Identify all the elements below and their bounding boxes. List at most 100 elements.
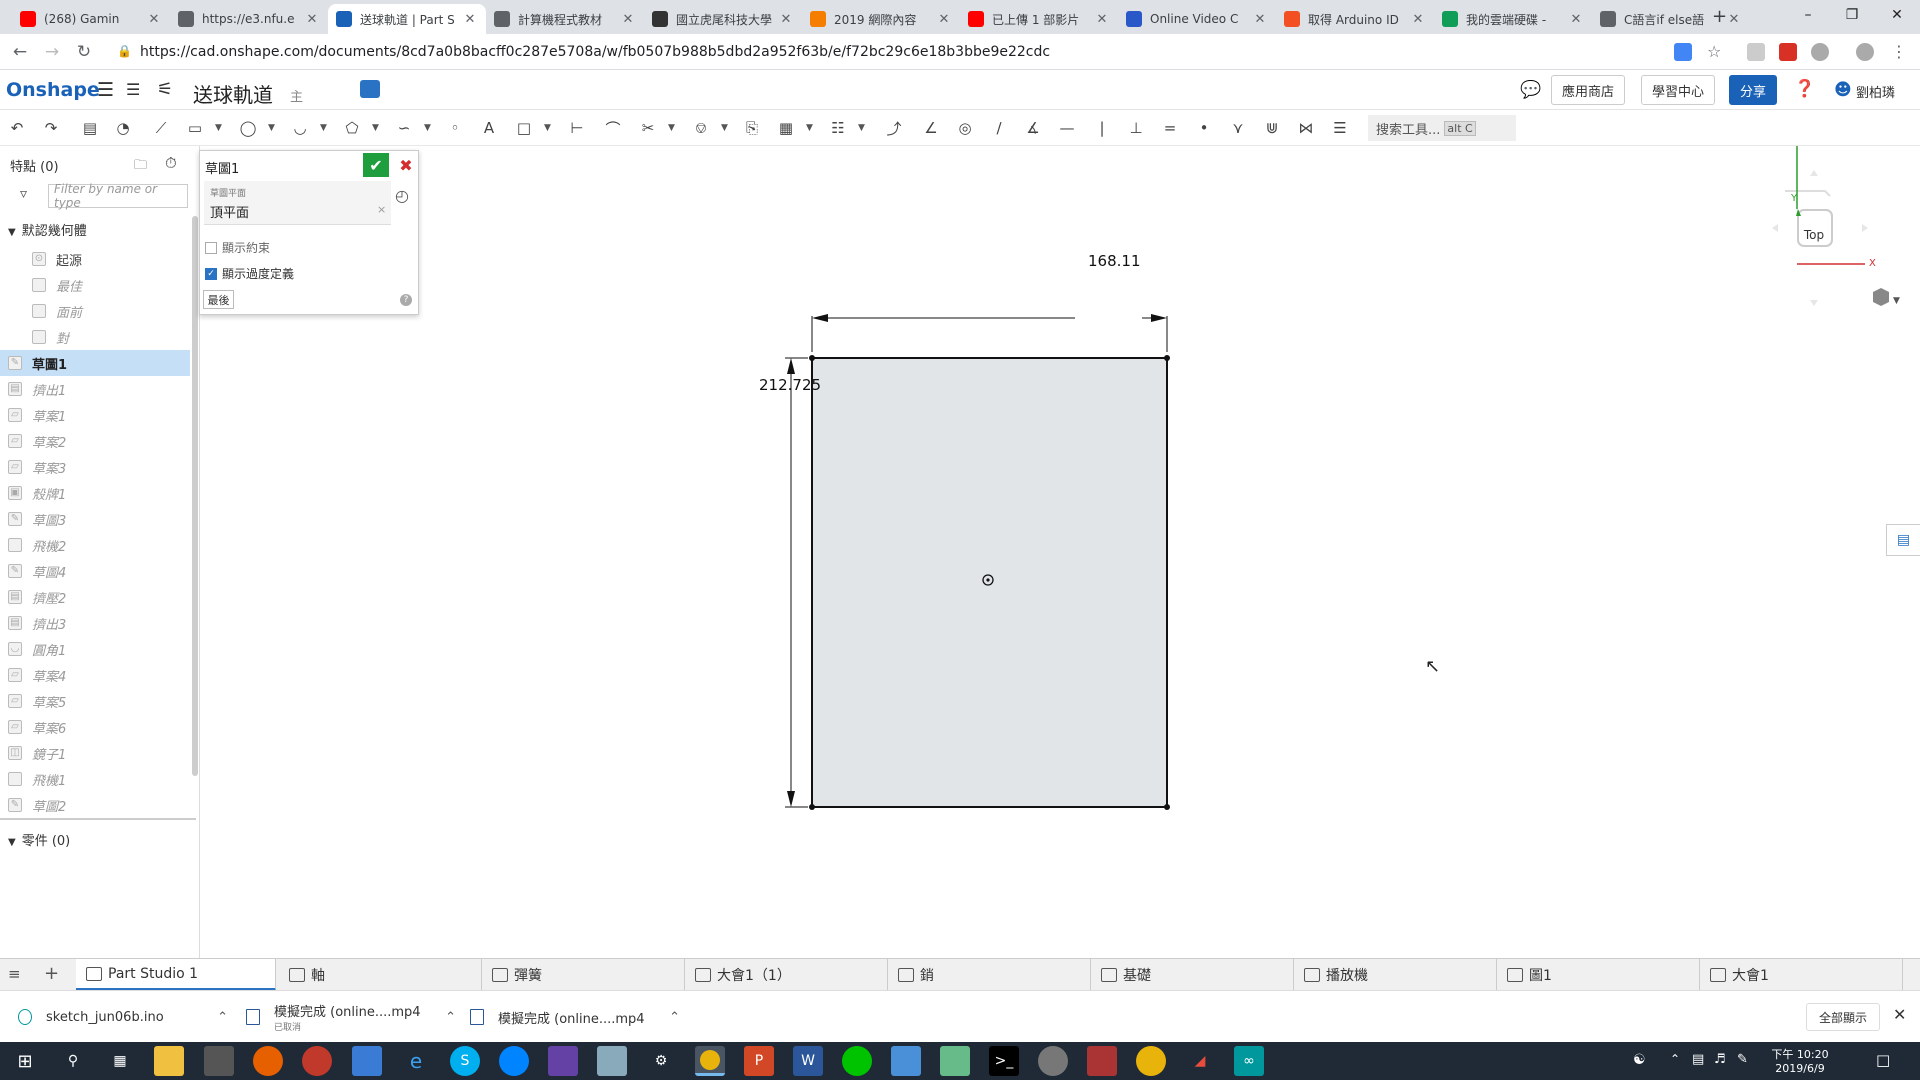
feature-scrollbar[interactable] bbox=[192, 216, 198, 776]
dimension-height[interactable]: 212.725 bbox=[759, 376, 821, 394]
graphics-canvas[interactable]: 168.11 212.725 Top Y X ▼ ▤ ↖ bbox=[200, 146, 1920, 958]
feature-item[interactable]: 面前 bbox=[0, 298, 190, 324]
tab-close-icon[interactable]: ✕ bbox=[1094, 12, 1110, 27]
spline-icon[interactable]: ∽ bbox=[393, 117, 415, 139]
chevron-down-icon[interactable]: ▼ bbox=[858, 123, 865, 133]
search-tools-input[interactable]: 搜索工具... alt C bbox=[1368, 115, 1516, 141]
clock[interactable]: 下午 10:20 2019/6/9 bbox=[1770, 1046, 1830, 1075]
workspace-icon[interactable] bbox=[360, 80, 380, 98]
vertical-icon[interactable]: | bbox=[1091, 117, 1113, 139]
sketch-vertex[interactable] bbox=[1164, 804, 1170, 810]
browser-tab[interactable]: https://e3.nfu.e ✕ bbox=[170, 4, 328, 34]
extension-abp-icon[interactable] bbox=[1811, 43, 1829, 61]
browser-tab[interactable]: 送球軌道 | Part S ✕ bbox=[328, 4, 486, 34]
offset-icon[interactable]: ⎊ bbox=[690, 117, 712, 139]
tab-close-icon[interactable]: ✕ bbox=[304, 12, 320, 27]
default-geometry-group[interactable]: ▼ 默認幾何體 bbox=[8, 220, 87, 239]
feature-item[interactable]: ▱ 草案6 bbox=[0, 714, 190, 740]
tab-close-icon[interactable]: ✕ bbox=[462, 12, 478, 27]
browser-tab[interactable]: 取得 Arduino ID ✕ bbox=[1276, 4, 1434, 34]
window-close-button[interactable]: ✕ bbox=[1874, 0, 1920, 30]
lock-icon[interactable]: 🔒 bbox=[117, 44, 132, 58]
pattern-icon[interactable]: ▦ bbox=[775, 117, 797, 139]
url-bar[interactable]: https://cad.onshape.com/documents/8cd7a0… bbox=[140, 39, 1920, 65]
chevron-down-icon[interactable]: ▼ bbox=[544, 123, 551, 133]
minimize-button[interactable]: – bbox=[1785, 0, 1831, 30]
profile-avatar-icon[interactable] bbox=[1856, 43, 1874, 61]
fillet-icon[interactable]: ⌒ bbox=[602, 117, 624, 139]
onshape-logo[interactable]: Onshape bbox=[6, 79, 100, 101]
learning-center-button[interactable]: 學習中心 bbox=[1641, 75, 1716, 105]
app-store-button[interactable]: 應用商店 bbox=[1551, 75, 1626, 105]
chevron-down-icon[interactable]: ▼ bbox=[1893, 296, 1900, 306]
download-item[interactable]: 模擬完成 (online....mp4 ⌃ bbox=[470, 997, 680, 1037]
appearance-panel-icon[interactable]: ▤ bbox=[1886, 524, 1920, 556]
feature-item[interactable]: ◡ 圓角1 bbox=[0, 636, 190, 662]
menu-icon[interactable]: ☰ bbox=[97, 79, 114, 101]
show-overdefined-checkbox[interactable]: ✓ bbox=[205, 267, 217, 280]
document-tab[interactable]: 大會1 bbox=[1700, 959, 1903, 991]
people-icon[interactable]: ☯ bbox=[1633, 1052, 1646, 1068]
cancel-x-icon[interactable]: ✖ bbox=[395, 153, 417, 177]
volume-icon[interactable]: ♬ bbox=[1714, 1052, 1726, 1067]
word-icon[interactable]: W bbox=[793, 1046, 823, 1076]
clear-x-icon[interactable]: × bbox=[377, 203, 386, 216]
import-icon[interactable]: ☷ bbox=[827, 117, 849, 139]
app-icon[interactable] bbox=[1087, 1046, 1117, 1076]
view-orientation-icon[interactable] bbox=[1873, 288, 1889, 306]
reload-icon[interactable]: ↻ bbox=[72, 40, 96, 64]
browser-menu-icon[interactable]: ⋮ bbox=[1891, 42, 1907, 61]
rollback-timer-icon[interactable]: ⏱ bbox=[165, 154, 177, 172]
text-icon[interactable]: A bbox=[478, 117, 500, 139]
windows-start-icon[interactable]: ⊞ bbox=[10, 1046, 40, 1076]
feature-item[interactable]: ▱ 草案2 bbox=[0, 428, 190, 454]
feature-item[interactable]: ✎ 草圖1 bbox=[0, 350, 190, 376]
tab-close-icon[interactable]: ✕ bbox=[1568, 12, 1584, 27]
horizontal-icon[interactable]: — bbox=[1056, 117, 1078, 139]
sketch-rectangle[interactable] bbox=[811, 357, 1168, 808]
document-title[interactable]: 送球軌道 bbox=[193, 79, 273, 108]
feature-item[interactable]: ▤ 擠出1 bbox=[0, 376, 190, 402]
circle-icon[interactable]: ◯ bbox=[237, 117, 259, 139]
app-icon[interactable] bbox=[1038, 1046, 1068, 1076]
normal-icon[interactable]: ⋎ bbox=[1227, 117, 1249, 139]
back-icon[interactable]: ← bbox=[8, 40, 32, 64]
terminal-icon[interactable]: >_ bbox=[989, 1046, 1019, 1076]
tab-close-icon[interactable]: ✕ bbox=[1252, 12, 1268, 27]
point-icon[interactable]: ◦ bbox=[444, 117, 466, 139]
search-icon[interactable]: ⚲ bbox=[58, 1046, 88, 1076]
help-icon[interactable]: ❓ bbox=[1794, 79, 1815, 99]
twitch-icon[interactable] bbox=[548, 1046, 578, 1076]
midpoint-icon[interactable]: • bbox=[1193, 117, 1215, 139]
chrome-icon[interactable] bbox=[1136, 1046, 1166, 1076]
tab-close-icon[interactable]: ✕ bbox=[936, 12, 952, 27]
clipboard-icon[interactable]: ▤ bbox=[79, 117, 101, 139]
concentric-icon[interactable]: ◎ bbox=[954, 117, 976, 139]
coincident-icon[interactable]: ∠ bbox=[920, 117, 942, 139]
chevron-up-icon[interactable]: ⌃ bbox=[669, 1010, 680, 1025]
comments-icon[interactable]: 💬 bbox=[1520, 80, 1541, 100]
help-icon[interactable]: ? bbox=[400, 294, 412, 306]
chevron-down-icon[interactable]: ▼ bbox=[424, 123, 431, 133]
redo-icon[interactable]: ↷ bbox=[40, 117, 62, 139]
browser-tab[interactable]: 已上傳 1 部影片 ✕ bbox=[960, 4, 1118, 34]
file-explorer-icon[interactable] bbox=[154, 1046, 184, 1076]
history-clock-icon[interactable]: ◴ bbox=[395, 186, 409, 205]
task-view-icon[interactable]: ▦ bbox=[105, 1046, 135, 1076]
app-icon[interactable] bbox=[302, 1046, 332, 1076]
download-item[interactable]: 模擬完成 (online....mp4 已取消 ⌃ bbox=[246, 997, 456, 1037]
network-icon[interactable]: ▤ bbox=[1692, 1052, 1704, 1067]
feature-item[interactable]: 對 bbox=[0, 324, 190, 350]
view-cube[interactable] bbox=[1772, 146, 1868, 306]
sketch-vertex[interactable] bbox=[809, 804, 815, 810]
notifications-icon[interactable]: □ bbox=[1876, 1051, 1890, 1069]
feature-item[interactable]: 飛機2 bbox=[0, 532, 190, 558]
extension-video-icon[interactable] bbox=[1779, 43, 1797, 61]
document-tab[interactable]: 圖1 bbox=[1497, 959, 1700, 991]
trim-icon[interactable]: ✂ bbox=[637, 117, 659, 139]
arduino-icon[interactable]: ∞ bbox=[1234, 1046, 1264, 1076]
document-tab[interactable]: 彈簧 bbox=[482, 959, 685, 991]
forward-icon[interactable]: → bbox=[40, 40, 64, 64]
close-shelf-icon[interactable]: ✕ bbox=[1893, 1005, 1906, 1024]
browser-tab[interactable]: 我的雲端硬碟 - ✕ bbox=[1434, 4, 1592, 34]
